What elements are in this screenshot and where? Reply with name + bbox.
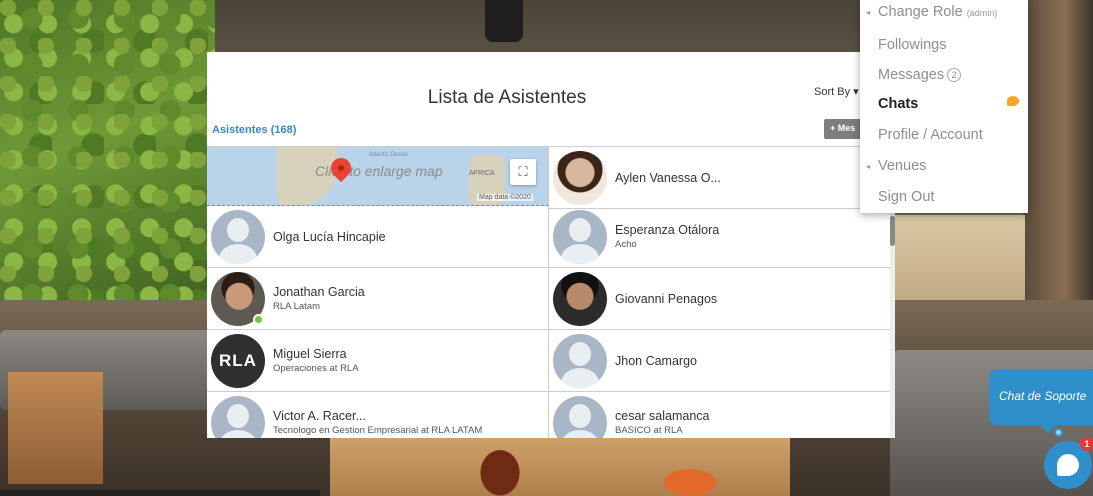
menu-item-venues[interactable]: Venues xyxy=(878,158,926,174)
attendee-card[interactable]: Jonathan Garcia RLA Latam xyxy=(207,268,549,330)
attendee-card[interactable]: Aylen Vanessa O... xyxy=(549,147,890,209)
typing-indicator-dot xyxy=(1054,428,1063,437)
attendee-subtitle: Acho xyxy=(615,239,637,250)
avatar xyxy=(553,209,607,264)
attendee-name: Olga Lucía Hincapie xyxy=(273,229,386,244)
ceiling-lamp xyxy=(485,0,523,42)
attendee-subtitle: Operaciones at RLA xyxy=(273,363,359,374)
map-ocean-label: Atlantic Ocean xyxy=(369,152,409,158)
table-decoration xyxy=(650,462,730,496)
bottom-bar xyxy=(0,490,320,496)
avatar xyxy=(211,395,265,438)
attendee-count-label[interactable]: Asistentes (168) xyxy=(212,124,296,136)
menu-item-change-role[interactable]: Change Role (admin) xyxy=(878,4,997,20)
user-dropdown-menu: ◂ Change Role (admin) Followings Message… xyxy=(860,0,1028,213)
attendee-name: Jonathan Garcia xyxy=(273,285,365,299)
scrollbar-thumb[interactable] xyxy=(890,216,895,246)
messages-count-badge: 2 xyxy=(947,68,962,83)
attendee-card[interactable]: Victor A. Racer... Tecnologo en Gestion … xyxy=(207,392,549,438)
fullscreen-icon[interactable]: ⛶ xyxy=(510,159,536,185)
map-attribution: Map data ©2020 xyxy=(477,194,533,201)
attendee-card[interactable]: RLA Miguel Sierra Operaciones at RLA xyxy=(207,330,549,392)
attendee-map[interactable]: Atlantic Ocean Click to enlarge map AFRI… xyxy=(207,147,549,206)
attendee-list-modal: Lista de Asistentes Sort By ▾ Asistentes… xyxy=(207,52,895,438)
attendee-name: Victor A. Racer... xyxy=(273,409,366,423)
menu-item-followings[interactable]: Followings xyxy=(878,37,947,53)
map-region-label: AFRICA xyxy=(469,170,495,177)
sort-by-dropdown[interactable]: Sort By ▾ xyxy=(814,85,859,98)
avatar xyxy=(553,150,607,205)
avatar xyxy=(553,333,607,388)
menu-item-label: Messages xyxy=(878,67,945,83)
caret-left-icon: ◂ xyxy=(866,162,871,171)
attendee-card[interactable]: Olga Lucía Hincapie xyxy=(207,206,549,268)
attendee-grid: Atlantic Ocean Click to enlarge map AFRI… xyxy=(207,146,890,438)
avatar xyxy=(553,271,607,326)
attendee-name: Giovanni Penagos xyxy=(615,291,718,306)
attendee-name: cesar salamanca xyxy=(615,409,710,423)
plant-wall xyxy=(0,0,215,300)
attendee-name: Esperanza Otálora xyxy=(615,223,720,237)
unread-badge: 1 xyxy=(1080,437,1093,451)
menu-item-chats[interactable]: Chats xyxy=(878,96,918,112)
attendee-name: Miguel Sierra xyxy=(273,347,347,361)
company-logo-avatar: RLA xyxy=(211,333,265,388)
menu-item-sign-out[interactable]: Sign Out xyxy=(878,189,934,205)
menu-item-messages[interactable]: Messages 2 xyxy=(878,67,962,83)
modal-title: Lista de Asistentes xyxy=(427,87,587,108)
attendee-subtitle: BASICO at RLA xyxy=(615,425,683,436)
role-tag: (admin) xyxy=(966,8,998,18)
attendee-card[interactable]: Giovanni Penagos xyxy=(549,268,890,330)
menu-item-label: Change Role xyxy=(878,4,963,20)
attendee-subtitle: Tecnologo en Gestion Empresarial at RLA … xyxy=(273,425,483,436)
caret-left-icon: ◂ xyxy=(866,8,871,17)
online-status-indicator xyxy=(253,314,264,325)
chat-icon xyxy=(1057,454,1079,476)
menu-item-profile[interactable]: Profile / Account xyxy=(878,127,983,143)
chat-bubble-icon xyxy=(1007,96,1019,106)
vase-decoration xyxy=(470,438,530,496)
attendee-card[interactable]: Esperanza Otálora Acho xyxy=(549,206,890,268)
avatar xyxy=(553,395,607,438)
attendee-subtitle: RLA Latam xyxy=(273,301,320,312)
avatar xyxy=(211,209,265,264)
attendee-name: Aylen Vanessa O... xyxy=(615,170,721,185)
side-table xyxy=(8,372,103,484)
attendee-card[interactable]: Jhon Camargo xyxy=(549,330,890,392)
attendee-card[interactable]: cesar salamanca BASICO at RLA xyxy=(549,392,890,438)
attendee-name: Jhon Camargo xyxy=(615,353,697,368)
support-chat-bubble[interactable]: Chat de Soporte xyxy=(989,369,1093,425)
